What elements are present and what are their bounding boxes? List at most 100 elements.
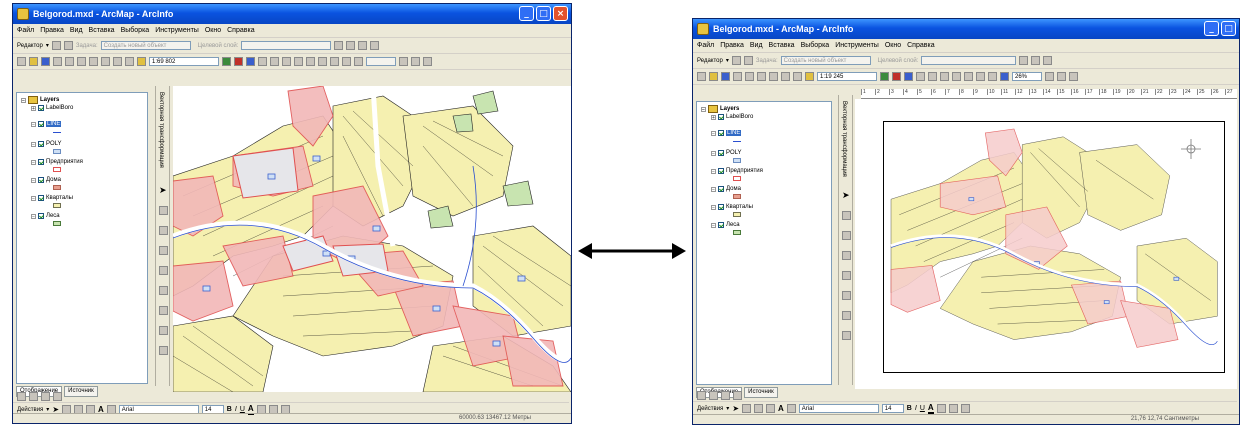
enterprise-symbol[interactable] <box>53 167 61 172</box>
help-icon[interactable] <box>916 72 925 81</box>
line-symbol[interactable] <box>53 132 61 134</box>
layer-checkbox[interactable] <box>38 213 44 219</box>
layer-forest[interactable]: − Леса <box>711 221 827 229</box>
layout-tool-10-icon[interactable] <box>1069 72 1078 81</box>
save-icon[interactable] <box>41 57 50 66</box>
print-icon[interactable] <box>733 72 742 81</box>
layer-checkbox[interactable] <box>38 105 44 111</box>
menu-help[interactable]: Справка <box>227 27 254 34</box>
italic-icon[interactable]: I <box>235 406 237 413</box>
link-table-icon[interactable] <box>842 331 851 340</box>
collapse-icon[interactable]: − <box>711 130 716 136</box>
title-bar[interactable]: Belgorod.mxd - ArcMap - ArcInfo _ □ × <box>13 4 571 24</box>
underline-icon[interactable]: U <box>240 406 245 413</box>
block-symbol[interactable] <box>53 203 61 208</box>
layout-view-icon[interactable] <box>29 392 38 401</box>
pause-icon[interactable] <box>733 391 742 400</box>
limited-adjust-icon[interactable] <box>842 291 851 300</box>
expand-icon[interactable]: + <box>711 114 716 120</box>
collapse-icon[interactable]: − <box>31 141 36 147</box>
select-elements-icon[interactable]: ➤ <box>732 404 739 413</box>
menu-selection[interactable]: Выборка <box>121 27 150 34</box>
line-symbol[interactable] <box>733 141 741 143</box>
options-icon[interactable] <box>159 346 168 355</box>
identity-link-icon[interactable] <box>842 251 851 260</box>
edit-vertices-icon[interactable] <box>786 404 796 413</box>
zoom-combo[interactable]: 26% <box>1012 72 1042 81</box>
identity-link-icon[interactable] <box>159 246 168 255</box>
delete-icon[interactable] <box>781 72 790 81</box>
menu-file[interactable]: Файл <box>17 27 34 34</box>
data-view-icon[interactable] <box>697 391 706 400</box>
layer-checkbox[interactable] <box>38 159 44 165</box>
limited-adjust-icon[interactable] <box>159 286 168 295</box>
menu-tools[interactable]: Инструменты <box>155 27 199 34</box>
menu-window[interactable]: Окно <box>205 27 221 34</box>
layout-tool-2-icon[interactable] <box>940 72 949 81</box>
layout-tool-9-icon[interactable] <box>1057 72 1066 81</box>
collapse-icon[interactable]: − <box>711 222 716 228</box>
toc-root[interactable]: − Layers <box>21 96 143 104</box>
layout-tool-1-icon[interactable] <box>282 57 291 66</box>
layout-tool-2-icon[interactable] <box>294 57 303 66</box>
drawing-menu[interactable]: Действия <box>697 406 723 412</box>
catalog-icon[interactable] <box>904 72 913 81</box>
menu-view[interactable]: Вид <box>750 42 763 49</box>
menu-insert[interactable]: Вставка <box>769 42 795 49</box>
help-icon[interactable] <box>258 57 267 66</box>
layer-houses[interactable]: − Дома <box>31 176 143 184</box>
layout-tool-9-icon[interactable] <box>411 57 420 66</box>
collapse-icon[interactable]: − <box>711 150 716 156</box>
target-dropdown[interactable] <box>241 41 332 50</box>
pause-icon[interactable] <box>53 392 62 401</box>
layout-tool-5-icon[interactable] <box>330 57 339 66</box>
scale-combo[interactable]: 1:69 802 <box>149 57 219 66</box>
select-arrow-icon[interactable]: ➤ <box>159 186 167 196</box>
enterprise-symbol[interactable] <box>733 176 741 181</box>
layer-poly[interactable]: − POLY <box>711 149 827 157</box>
expand-icon[interactable]: + <box>31 105 36 111</box>
task-dropdown[interactable]: Создать новый объект <box>100 41 191 50</box>
layout-tool-3-icon[interactable] <box>306 57 315 66</box>
menu-view[interactable]: Вид <box>70 27 83 34</box>
layer-poly[interactable]: − POLY <box>31 140 143 148</box>
house-symbol[interactable] <box>733 194 741 199</box>
minimize-button[interactable]: _ <box>1204 21 1219 36</box>
menu-insert[interactable]: Вставка <box>89 27 115 34</box>
layout-tool-6-icon[interactable] <box>988 72 997 81</box>
text-icon[interactable]: A <box>778 404 784 413</box>
editor-menu[interactable]: Редактор <box>17 43 43 49</box>
rotate-tool-icon[interactable] <box>346 41 356 50</box>
layer-checkbox[interactable] <box>718 150 724 156</box>
drawing-menu[interactable]: Действия <box>17 407 43 413</box>
close-button[interactable]: × <box>553 6 568 21</box>
collapse-icon[interactable]: − <box>31 177 36 183</box>
bold-icon[interactable]: B <box>907 405 912 412</box>
paste-icon[interactable] <box>89 57 98 66</box>
collapse-icon[interactable]: − <box>701 106 706 112</box>
layer-checkbox[interactable] <box>718 130 724 136</box>
menu-edit[interactable]: Правка <box>40 27 64 34</box>
block-symbol[interactable] <box>733 212 741 217</box>
layout-tool-7-icon[interactable] <box>354 57 363 66</box>
target-dropdown[interactable] <box>921 56 1017 65</box>
select-arrow-icon[interactable]: ➤ <box>842 191 850 201</box>
layer-checkbox[interactable] <box>38 195 44 201</box>
marker-color-icon[interactable] <box>960 404 970 413</box>
editor-toolbar-icon[interactable] <box>222 57 231 66</box>
multi-link-icon[interactable] <box>159 266 168 275</box>
split-tool-icon[interactable] <box>334 41 344 50</box>
layer-checkbox[interactable] <box>718 204 724 210</box>
poly-symbol[interactable] <box>733 158 741 163</box>
layer-labelboro[interactable]: + LabelBoro <box>711 113 827 121</box>
task-dropdown[interactable]: Создать новый объект <box>780 56 871 65</box>
maximize-button[interactable]: □ <box>536 6 551 21</box>
layout-tool-4-icon[interactable] <box>964 72 973 81</box>
link-tool-icon[interactable] <box>159 226 168 235</box>
multi-link-icon[interactable] <box>842 271 851 280</box>
layer-checkbox[interactable] <box>38 121 44 127</box>
layer-checkbox[interactable] <box>38 141 44 147</box>
preview-icon[interactable] <box>842 311 851 320</box>
collapse-icon[interactable]: − <box>711 186 716 192</box>
data-view-icon[interactable] <box>17 392 26 401</box>
